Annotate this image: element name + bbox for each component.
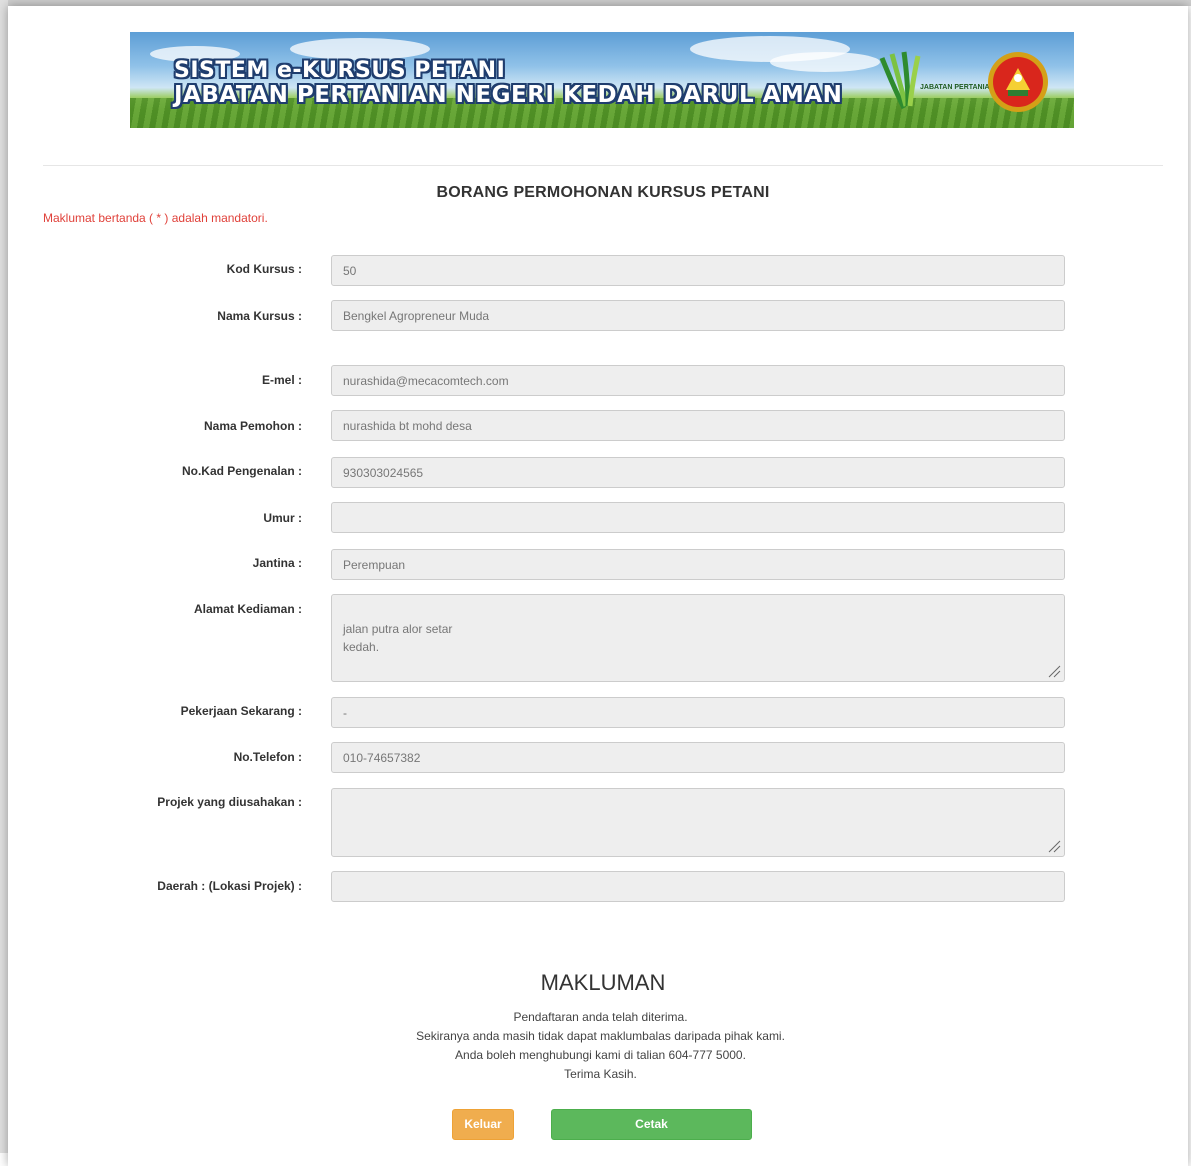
- email-field[interactable]: nurashida@mecacomtech.com: [331, 365, 1065, 396]
- nama-kursus-field[interactable]: Bengkel Agropreneur Muda: [331, 300, 1065, 331]
- mandatory-note: Maklumat bertanda ( * ) adalah mandatori…: [43, 211, 268, 225]
- label-pekerjaan-sekarang: Pekerjaan Sekarang :: [180, 704, 302, 718]
- makluman-message: Pendaftaran anda telah diterima. Sekiran…: [0, 1008, 1191, 1084]
- header-banner: SISTEM e-KURSUS PETANI JABATAN PERTANIAN…: [130, 32, 1074, 128]
- label-projek-diusahakan: Projek yang diusahakan :: [157, 795, 302, 809]
- alamat-kediaman-value: jalan putra alor setar kedah.: [343, 622, 453, 654]
- resize-grip-icon[interactable]: [1047, 839, 1061, 853]
- label-alamat-kediaman: Alamat Kediaman :: [193, 602, 302, 616]
- label-kod-kursus: Kod Kursus :: [226, 262, 302, 276]
- resize-grip-icon[interactable]: [1047, 664, 1061, 678]
- no-kad-pengenalan-field[interactable]: 930303024565: [331, 457, 1065, 488]
- banner-title-line1: SISTEM e-KURSUS PETANI: [174, 58, 506, 83]
- keluar-button[interactable]: Keluar: [452, 1109, 514, 1140]
- no-telefon-field[interactable]: 010-74657382: [331, 742, 1065, 773]
- nama-pemohon-field[interactable]: nurashida bt mohd desa: [331, 410, 1065, 441]
- banner-title-line2: JABATAN PERTANIAN NEGERI KEDAH DARUL AMA…: [174, 82, 843, 108]
- kod-kursus-field[interactable]: 50: [331, 255, 1065, 286]
- header-divider: [43, 165, 1163, 166]
- cloud-decoration: [290, 38, 430, 60]
- makluman-line: Sekiranya anda masih tidak dapat maklumb…: [416, 1029, 785, 1043]
- makluman-line: Terima Kasih.: [564, 1067, 637, 1081]
- kedah-crest-icon: [988, 52, 1048, 112]
- jabatan-pertanian-logo-icon: [879, 51, 921, 110]
- makluman-title: MAKLUMAN: [540, 970, 666, 995]
- form-title: BORANG PERMOHONAN KURSUS PETANI: [436, 184, 770, 201]
- label-nama-pemohon: Nama Pemohon :: [203, 419, 302, 433]
- projek-diusahakan-textarea[interactable]: [331, 788, 1065, 857]
- pekerjaan-sekarang-field[interactable]: -: [331, 697, 1065, 728]
- cloud-decoration: [770, 52, 880, 72]
- label-jantina: Jantina :: [252, 556, 302, 570]
- label-no-telefon: No.Telefon :: [233, 750, 302, 764]
- daerah-field[interactable]: [331, 871, 1065, 902]
- label-email: E-mel :: [261, 373, 302, 387]
- jantina-field[interactable]: Perempuan: [331, 549, 1065, 580]
- alamat-kediaman-textarea[interactable]: jalan putra alor setar kedah.: [331, 594, 1065, 682]
- label-no-kad-pengenalan: No.Kad Pengenalan :: [181, 464, 302, 478]
- label-daerah: Daerah : (Lokasi Projek) :: [157, 879, 302, 893]
- makluman-line: Pendaftaran anda telah diterima.: [513, 1010, 688, 1024]
- label-umur: Umur :: [263, 511, 302, 525]
- label-nama-kursus: Nama Kursus :: [217, 309, 302, 323]
- makluman-line: Anda boleh menghubungi kami di talian 60…: [455, 1048, 746, 1062]
- cetak-button[interactable]: Cetak: [551, 1109, 752, 1140]
- logo-caption: JABATAN PERTANIAN: [920, 84, 995, 91]
- umur-field[interactable]: [331, 502, 1065, 533]
